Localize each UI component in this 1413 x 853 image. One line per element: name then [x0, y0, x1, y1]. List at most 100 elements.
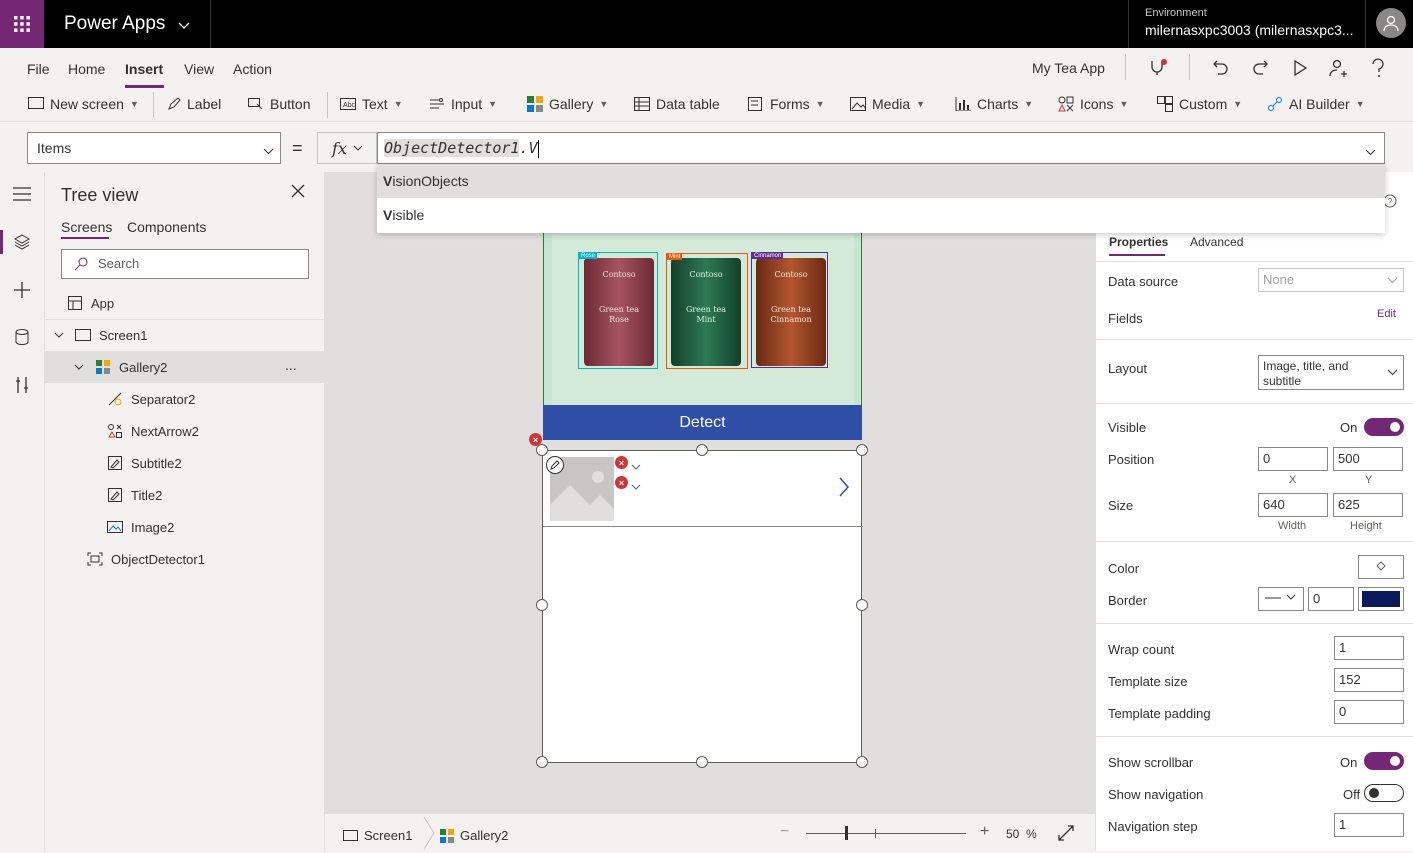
app-title[interactable]: My Tea App — [1032, 60, 1105, 76]
resize-handle[interactable] — [536, 756, 548, 768]
border-width-input[interactable]: 0 — [1308, 587, 1354, 611]
undo-icon[interactable] — [1211, 58, 1231, 78]
app-checker-icon[interactable] — [1148, 58, 1168, 78]
zoom-slider[interactable] — [806, 833, 966, 834]
tree-item-separator2[interactable]: Separator2 — [45, 383, 325, 415]
chevron-down-icon[interactable] — [178, 18, 190, 33]
new-screen-button[interactable]: New screen ▼ — [28, 96, 139, 112]
resize-handle[interactable] — [856, 444, 868, 456]
suggestion-visionobjects[interactable]: VisionObjects — [377, 164, 1385, 198]
show-navigation-toggle[interactable] — [1364, 784, 1404, 802]
tree-item-objectdetector1[interactable]: ObjectDetector1 — [45, 543, 325, 575]
fx-button[interactable]: fx — [317, 132, 377, 164]
avatar[interactable] — [1376, 8, 1406, 38]
error-icon[interactable]: × — [615, 476, 628, 489]
fields-edit-link[interactable]: Edit — [1377, 308, 1396, 320]
add-icon[interactable] — [10, 278, 34, 302]
height-input[interactable]: 625 — [1333, 493, 1403, 517]
text-button[interactable]: Abc Text ▼ — [340, 96, 403, 112]
design-canvas[interactable]: Contoso Green tea Rose Rose Contoso Gree… — [325, 172, 1095, 813]
menu-home[interactable]: Home — [68, 61, 105, 77]
menu-file[interactable]: File — [27, 61, 50, 77]
property-dropdown[interactable]: Items — [27, 132, 281, 164]
app-launcher-icon[interactable] — [0, 0, 44, 48]
hamburger-icon[interactable] — [10, 182, 34, 206]
redo-icon[interactable] — [1250, 58, 1270, 78]
tree-view-icon[interactable] — [10, 230, 34, 254]
environment-picker[interactable]: Environment milernasxpc3003 (milernasxpc… — [1128, 0, 1366, 48]
breadcrumb-screen[interactable]: Screen1 — [343, 828, 412, 843]
button-button[interactable]: Button — [248, 96, 310, 112]
expand-formula-icon[interactable] — [1365, 142, 1376, 160]
menu-view[interactable]: View — [184, 61, 214, 77]
gallery-button[interactable]: Gallery ▼ — [527, 96, 608, 112]
color-picker[interactable] — [1358, 555, 1404, 579]
object-detector-image[interactable]: Contoso Green tea Rose Rose Contoso Gree… — [543, 233, 862, 406]
help-icon[interactable] — [1368, 58, 1388, 78]
menu-action[interactable]: Action — [233, 61, 272, 77]
input-button[interactable]: Input ▼ — [429, 96, 497, 112]
ai-builder-button[interactable]: AI Builder ▼ — [1267, 96, 1365, 112]
next-arrow-icon[interactable] — [839, 477, 850, 500]
layout-dropdown[interactable]: Image, title, and subtitle — [1258, 355, 1404, 390]
navigation-step-input[interactable]: 1 — [1334, 813, 1404, 837]
width-input[interactable]: 640 — [1258, 493, 1328, 517]
tools-icon[interactable] — [10, 373, 34, 397]
resize-handle[interactable] — [536, 444, 548, 456]
icons-button[interactable]: Icons ▼ — [1058, 96, 1128, 112]
tab-components[interactable]: Components — [127, 219, 206, 235]
suggestion-visible[interactable]: Visible — [377, 198, 1385, 232]
menu-insert[interactable]: Insert — [125, 61, 163, 77]
fit-to-window-icon[interactable] — [1058, 825, 1074, 844]
tree-item-app[interactable]: App — [45, 287, 325, 319]
tab-screens[interactable]: Screens — [61, 219, 112, 235]
more-options-icon[interactable]: ... — [285, 357, 297, 373]
charts-button[interactable]: Charts ▼ — [955, 96, 1033, 112]
resize-handle[interactable] — [536, 599, 548, 611]
gallery2[interactable]: × × — [542, 450, 863, 763]
share-user-icon[interactable] — [1328, 58, 1348, 78]
border-style-dropdown[interactable] — [1258, 587, 1304, 611]
help-circle-icon[interactable]: ? — [1383, 194, 1397, 211]
border-color-picker[interactable] — [1358, 587, 1404, 611]
error-icon[interactable]: × — [615, 456, 628, 469]
tree-item-gallery2[interactable]: Gallery2 ... — [45, 351, 325, 383]
play-icon[interactable] — [1290, 58, 1310, 78]
data-table-button[interactable]: Data table — [634, 96, 720, 112]
tree-item-image2[interactable]: Image2 — [45, 511, 325, 543]
zoom-in-button[interactable]: + — [980, 823, 989, 841]
detect-button[interactable]: Detect — [543, 405, 862, 440]
tree-item-subtitle2[interactable]: Subtitle2 — [45, 447, 325, 479]
resize-handle[interactable] — [856, 756, 868, 768]
formula-input[interactable]: ObjectDetector1.V — [377, 132, 1385, 164]
chevron-down-icon[interactable] — [71, 359, 87, 375]
tab-advanced[interactable]: Advanced — [1190, 235, 1243, 249]
data-icon[interactable] — [10, 325, 34, 349]
resize-handle[interactable] — [696, 756, 708, 768]
tree-search-input[interactable]: Search — [61, 249, 309, 279]
resize-handle[interactable] — [856, 599, 868, 611]
close-icon[interactable] — [291, 184, 305, 201]
position-x-input[interactable]: 0 — [1258, 447, 1328, 471]
chevron-down-icon[interactable] — [51, 327, 67, 343]
position-y-input[interactable]: 500 — [1333, 447, 1403, 471]
breadcrumb-gallery[interactable]: Gallery2 — [440, 828, 508, 843]
visible-toggle[interactable] — [1364, 418, 1404, 436]
tab-properties[interactable]: Properties — [1109, 235, 1168, 249]
template-size-input[interactable]: 152 — [1334, 668, 1404, 692]
wrap-count-input[interactable]: 1 — [1334, 636, 1404, 660]
custom-button[interactable]: Custom ▼ — [1157, 96, 1242, 112]
chevron-down-icon[interactable] — [631, 478, 641, 493]
forms-button[interactable]: Forms ▼ — [748, 96, 825, 112]
tree-item-screen1[interactable]: Screen1 — [45, 319, 325, 351]
zoom-out-button[interactable]: − — [780, 823, 789, 841]
template-padding-input[interactable]: 0 — [1334, 700, 1404, 724]
show-scrollbar-toggle[interactable] — [1364, 752, 1404, 770]
edit-template-icon[interactable] — [546, 456, 564, 474]
tree-item-nextarrow2[interactable]: NextArrow2 — [45, 415, 325, 447]
zoom-slider-thumb[interactable] — [845, 826, 848, 840]
label-button[interactable]: Label — [167, 96, 221, 112]
app-name[interactable]: Power Apps — [64, 13, 165, 35]
data-source-dropdown[interactable]: None — [1258, 268, 1404, 292]
chevron-down-icon[interactable] — [631, 458, 641, 473]
